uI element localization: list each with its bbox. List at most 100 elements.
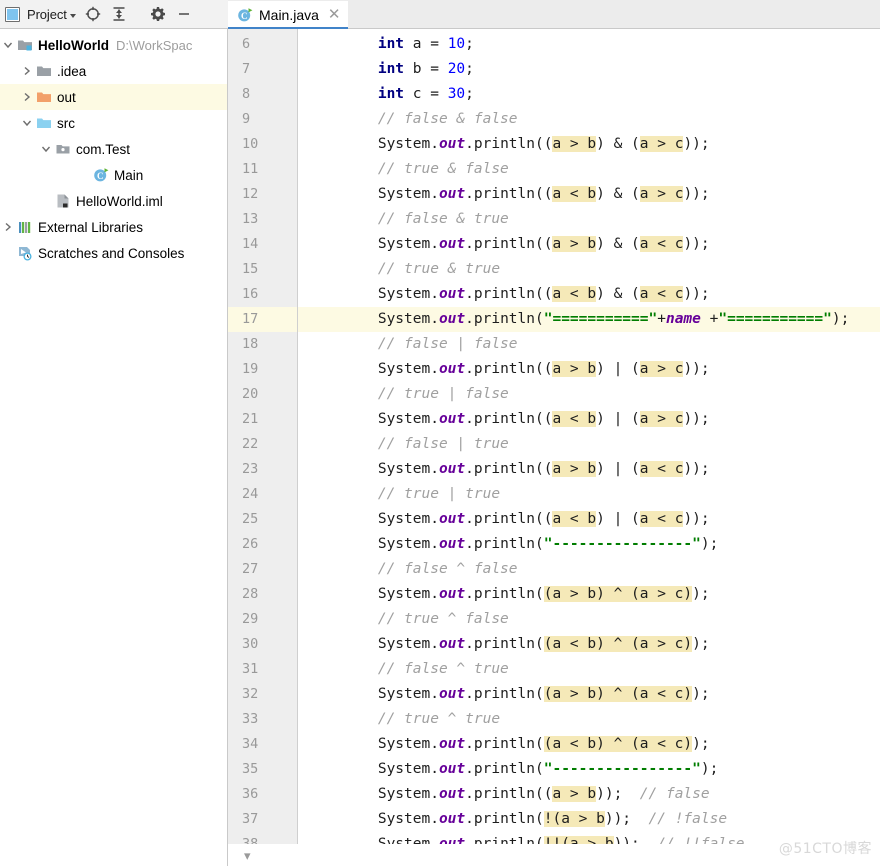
- line-number[interactable]: 35: [228, 757, 298, 782]
- code-line[interactable]: System.out.println("==========="+name +"…: [298, 307, 880, 332]
- code-line[interactable]: System.out.println((a < b) ^ (a > c));: [298, 632, 880, 657]
- chevron-right-icon[interactable]: [19, 91, 35, 103]
- line-number[interactable]: 9: [228, 107, 298, 132]
- minimize-button[interactable]: [173, 3, 195, 25]
- code-token: (a > b) ^ (a > c): [543, 586, 693, 602]
- line-number[interactable]: 34: [228, 732, 298, 757]
- code-line[interactable]: // true & false: [298, 157, 880, 182]
- code-line[interactable]: // true | false: [298, 382, 880, 407]
- code-token: ));: [604, 811, 649, 827]
- code-fold-arrow-icon[interactable]: ▾: [244, 848, 251, 864]
- tree-row[interactable]: .idea: [0, 58, 227, 84]
- tree-row[interactable]: C Main: [0, 162, 227, 188]
- line-number[interactable]: 7: [228, 57, 298, 82]
- chevron-down-icon[interactable]: [69, 14, 76, 18]
- line-number[interactable]: 28: [228, 582, 298, 607]
- chevron-down-icon[interactable]: [0, 39, 16, 51]
- code-line[interactable]: System.out.println(!(a > b)); // !false: [298, 807, 880, 832]
- line-number[interactable]: 21: [228, 407, 298, 432]
- code-line[interactable]: System.out.println((a < b) ^ (a < c));: [298, 732, 880, 757]
- line-number[interactable]: 37: [228, 807, 298, 832]
- line-number[interactable]: 32: [228, 682, 298, 707]
- chevron-down-icon[interactable]: [19, 117, 35, 129]
- tree-row[interactable]: com.Test: [0, 136, 227, 162]
- line-number[interactable]: 29: [228, 607, 298, 632]
- line-number[interactable]: 25: [228, 507, 298, 532]
- line-number[interactable]: 6: [228, 32, 298, 57]
- code-line[interactable]: // true | true: [298, 482, 880, 507]
- line-number[interactable]: 14: [228, 232, 298, 257]
- code-line[interactable]: // false ^ false: [298, 557, 880, 582]
- collapse-all-button[interactable]: [108, 3, 130, 25]
- chevron-down-icon[interactable]: [38, 143, 54, 155]
- code-token: ) | (: [596, 411, 640, 427]
- code-line[interactable]: System.out.println((a < b) & (a < c));: [298, 282, 880, 307]
- code-line[interactable]: // false | false: [298, 332, 880, 357]
- line-number[interactable]: 19: [228, 357, 298, 382]
- code-line[interactable]: // false & true: [298, 207, 880, 232]
- code-line[interactable]: int c = 30;: [298, 82, 880, 107]
- project-tool-window-title[interactable]: Project: [20, 6, 78, 23]
- code-line[interactable]: System.out.println((a < b) & (a > c));: [298, 182, 880, 207]
- chevron-right-icon[interactable]: [0, 221, 16, 233]
- line-number[interactable]: 10: [228, 132, 298, 157]
- line-number[interactable]: 23: [228, 457, 298, 482]
- line-number[interactable]: 12: [228, 182, 298, 207]
- code-token: .println((: [465, 286, 553, 302]
- code-line[interactable]: System.out.println((a > b) ^ (a > c));: [298, 582, 880, 607]
- line-number[interactable]: 15: [228, 257, 298, 282]
- code-line[interactable]: System.out.println((a > b) & (a < c));: [298, 232, 880, 257]
- tree-row[interactable]: Scratches and Consoles: [0, 240, 227, 266]
- code-line[interactable]: // false & false: [298, 107, 880, 132]
- line-number[interactable]: 30: [228, 632, 298, 657]
- line-number[interactable]: 8: [228, 82, 298, 107]
- line-number[interactable]: 16: [228, 282, 298, 307]
- line-number[interactable]: 17: [228, 307, 298, 332]
- code-line[interactable]: System.out.println((a < b) | (a > c));: [298, 407, 880, 432]
- line-number[interactable]: 31: [228, 657, 298, 682]
- code-line[interactable]: System.out.println((a > b) & (a > c));: [298, 132, 880, 157]
- tree-row[interactable]: src: [0, 110, 227, 136]
- line-number[interactable]: 18: [228, 332, 298, 357]
- line-number[interactable]: 33: [228, 707, 298, 732]
- code-token: System.: [308, 736, 439, 752]
- code-line[interactable]: System.out.println((a > b) | (a < c));: [298, 457, 880, 482]
- code-line[interactable]: System.out.println("----------------");: [298, 532, 880, 557]
- code-editor[interactable]: 6 7 8 9 10 11 12 13 14 15 16 17 18 19 20 21 22 23 24 25 26 27…: [228, 29, 880, 866]
- code-token: "----------------": [543, 761, 701, 777]
- tree-row[interactable]: HelloWorld D:\WorkSpac: [0, 32, 227, 58]
- code-line[interactable]: int b = 20;: [298, 57, 880, 82]
- code-line[interactable]: System.out.println((a > b) ^ (a < c));: [298, 682, 880, 707]
- code-line[interactable]: System.out.println((a > b) | (a > c));: [298, 357, 880, 382]
- line-number[interactable]: 11: [228, 157, 298, 182]
- close-icon[interactable]: ✕: [328, 7, 341, 22]
- module-folder-icon: [18, 40, 32, 51]
- tree-row[interactable]: HelloWorld.iml: [0, 188, 227, 214]
- line-number-gutter[interactable]: 6 7 8 9 10 11 12 13 14 15 16 17 18 19 20 21 22 23 24 25 26 27…: [228, 29, 298, 866]
- line-number[interactable]: 24: [228, 482, 298, 507]
- line-number[interactable]: 13: [228, 207, 298, 232]
- code-line[interactable]: // false | true: [298, 432, 880, 457]
- chevron-right-icon[interactable]: [19, 65, 35, 77]
- settings-button[interactable]: [147, 3, 169, 25]
- code-line[interactable]: System.out.println((a < b) | (a < c));: [298, 507, 880, 532]
- code-line[interactable]: // true ^ true: [298, 707, 880, 732]
- code-line[interactable]: // false ^ true: [298, 657, 880, 682]
- line-number[interactable]: 36: [228, 782, 298, 807]
- locate-in-tree-button[interactable]: [82, 3, 104, 25]
- project-tool-window[interactable]: HelloWorld D:\WorkSpac .idea out src com.Test…: [0, 29, 228, 866]
- line-number[interactable]: 22: [228, 432, 298, 457]
- line-number[interactable]: 27: [228, 557, 298, 582]
- tree-row[interactable]: out: [0, 84, 227, 110]
- code-line[interactable]: System.out.println("----------------");: [298, 757, 880, 782]
- code-line[interactable]: // true & true: [298, 257, 880, 282]
- line-number[interactable]: 20: [228, 382, 298, 407]
- code-line[interactable]: System.out.println((a > b)); // false: [298, 782, 880, 807]
- editor-tab-main-java[interactable]: C Main.java ✕: [228, 1, 348, 29]
- code-line[interactable]: // true ^ false: [298, 607, 880, 632]
- tree-row[interactable]: External Libraries: [0, 214, 227, 240]
- code-line[interactable]: int a = 10;: [298, 32, 880, 57]
- code-text-area[interactable]: int a = 10; int b = 20; int c = 30; // f…: [298, 29, 880, 866]
- line-number[interactable]: 26: [228, 532, 298, 557]
